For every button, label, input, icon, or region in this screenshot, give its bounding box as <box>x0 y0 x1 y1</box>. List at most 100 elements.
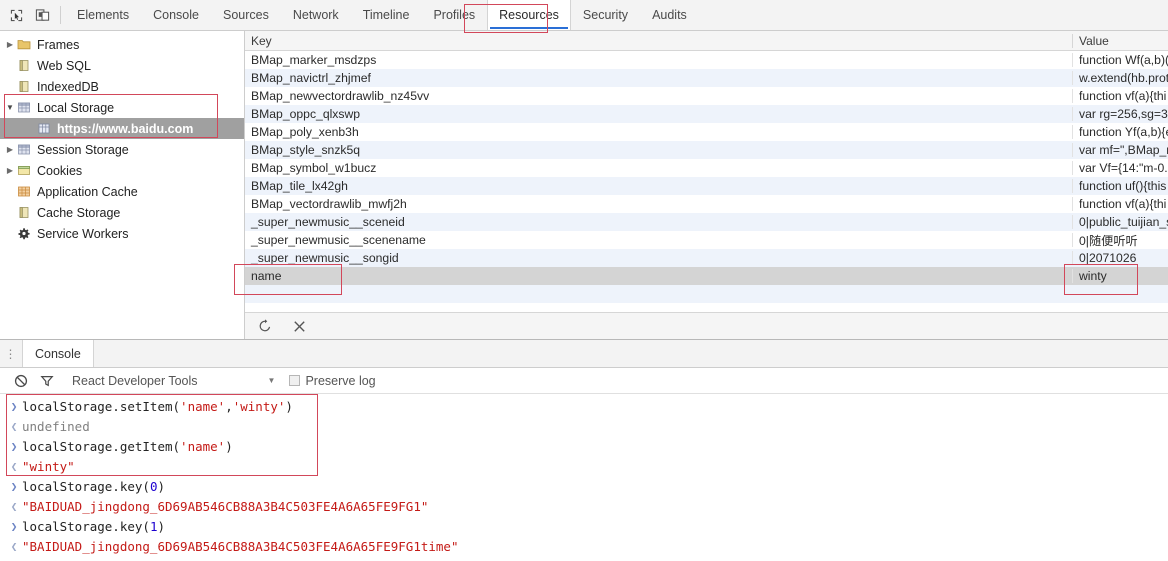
cell-key[interactable]: BMap_poly_xenb3h <box>245 125 1073 139</box>
cell-key[interactable]: BMap_newvectordrawlib_nz45vv <box>245 89 1073 103</box>
tab-profiles[interactable]: Profiles <box>421 0 487 30</box>
preserve-log-checkbox[interactable] <box>289 375 300 386</box>
table-row[interactable]: BMap_vectordrawlib_mwfj2hfunction vf(a){… <box>245 195 1168 213</box>
table-row[interactable]: BMap_navictrl_zhjmefw.extend(hb.prot <box>245 69 1168 87</box>
table-row[interactable]: BMap_tile_lx42ghfunction uf(){this <box>245 177 1168 195</box>
cell-value[interactable]: 0|随便听听 <box>1073 231 1168 249</box>
sidebar-item-application-cache[interactable]: ▶Application Cache <box>0 181 244 202</box>
table-row[interactable]: BMap_style_snzk5qvar mf=",BMap_r <box>245 141 1168 159</box>
console-result-icon: ❮ <box>6 460 22 473</box>
clear-console-icon[interactable] <box>8 371 34 391</box>
cell-key[interactable]: BMap_navictrl_zhjmef <box>245 71 1073 85</box>
console-result-icon: ❮ <box>6 540 22 553</box>
tab-security[interactable]: Security <box>571 0 640 30</box>
console-prompt-icon: ❯ <box>6 440 22 453</box>
console-input-line: ❯localStorage.getItem('name') <box>0 436 1168 456</box>
console-drawer: ⋮ Console React Developer Tools ▼ <box>0 339 1168 561</box>
cell-key[interactable]: BMap_tile_lx42gh <box>245 179 1073 193</box>
console-result-icon: ❮ <box>6 500 22 513</box>
cell-key[interactable]: BMap_oppc_qlxswp <box>245 107 1073 121</box>
cell-value[interactable]: 0|2071026 <box>1073 251 1168 265</box>
drawer-tab-console[interactable]: Console <box>22 340 94 367</box>
chevron-right-icon[interactable]: ▶ <box>4 145 16 154</box>
console-output[interactable]: ❯localStorage.setItem('name','winty')❮un… <box>0 394 1168 561</box>
sidebar-item-local-storage[interactable]: ▼Local Storage <box>0 97 244 118</box>
devtools-tool-buttons <box>0 0 58 30</box>
console-context-select[interactable]: React Developer Tools ▼ <box>72 374 275 388</box>
local-storage-table: Key Value BMap_marker_msdzpsfunction Wf(… <box>245 31 1168 312</box>
table-row[interactable]: BMap_newvectordrawlib_nz45vvfunction vf(… <box>245 87 1168 105</box>
cell-value[interactable]: 0|public_tuijian_s <box>1073 215 1168 229</box>
drawer-resize-handle[interactable]: ⋮ <box>0 340 22 367</box>
cell-value[interactable]: function uf(){this <box>1073 179 1168 193</box>
delete-button[interactable] <box>289 316 309 336</box>
tab-audits[interactable]: Audits <box>640 0 699 30</box>
console-prompt-icon: ❯ <box>6 520 22 533</box>
tab-elements[interactable]: Elements <box>65 0 141 30</box>
tab-timeline[interactable]: Timeline <box>351 0 422 30</box>
sidebar-item-web-sql[interactable]: ▶Web SQL <box>0 55 244 76</box>
sidebar-item-label: https://www.baidu.com <box>57 122 193 136</box>
sidebar-item-cookies[interactable]: ▶ Cookies <box>0 160 244 181</box>
preserve-log-toggle[interactable]: Preserve log <box>289 374 375 388</box>
table-icon <box>16 101 32 115</box>
console-token: localStorage.getItem( <box>22 439 180 454</box>
cell-key[interactable]: BMap_vectordrawlib_mwfj2h <box>245 197 1073 211</box>
sidebar-item-session-storage[interactable]: ▶ Session Storage <box>0 139 244 160</box>
cell-key[interactable]: BMap_style_snzk5q <box>245 143 1073 157</box>
cell-key[interactable]: BMap_symbol_w1bucz <box>245 161 1073 175</box>
cell-key[interactable]: _super_newmusic__songid <box>245 251 1073 265</box>
console-prompt-icon: ❯ <box>6 480 22 493</box>
inspect-element-icon[interactable] <box>6 5 26 25</box>
chevron-down-icon[interactable]: ▼ <box>4 103 16 112</box>
sidebar-item-frames[interactable]: ▶Frames <box>0 34 244 55</box>
cell-value[interactable]: var rg=256,sg=3 <box>1073 107 1168 121</box>
console-token: undefined <box>22 419 90 434</box>
table-row[interactable]: BMap_symbol_w1buczvar Vf={14:"m-0. <box>245 159 1168 177</box>
cookie-icon <box>16 164 32 178</box>
table-row[interactable]: namewinty <box>245 267 1168 285</box>
column-header-value[interactable]: Value <box>1073 34 1168 48</box>
table-row[interactable]: _super_newmusic__songid0|2071026 <box>245 249 1168 267</box>
sidebar-item-cache-storage[interactable]: ▶Cache Storage <box>0 202 244 223</box>
sidebar-item-service-workers[interactable]: ▶Service Workers <box>0 223 244 244</box>
tab-label: Profiles <box>433 8 475 22</box>
table-row[interactable]: _super_newmusic__sceneid0|public_tuijian… <box>245 213 1168 231</box>
cell-key[interactable]: name <box>245 269 1073 283</box>
cell-key[interactable]: _super_newmusic__scenename <box>245 233 1073 247</box>
table-row[interactable]: _super_newmusic__scenename0|随便听听 <box>245 231 1168 249</box>
cell-value[interactable]: function vf(a){thi <box>1073 197 1168 211</box>
cell-value[interactable]: function Yf(a,b){e <box>1073 125 1168 139</box>
chevron-right-icon[interactable]: ▶ <box>4 40 16 49</box>
cell-value[interactable]: function vf(a){thi <box>1073 89 1168 103</box>
column-header-key[interactable]: Key <box>245 34 1073 48</box>
refresh-button[interactable] <box>255 316 275 336</box>
chevron-down-icon: ▼ <box>268 376 276 385</box>
cell-value[interactable]: var Vf={14:"m-0. <box>1073 161 1168 175</box>
table-row[interactable]: BMap_oppc_qlxswpvar rg=256,sg=3 <box>245 105 1168 123</box>
device-toolbar-icon[interactable] <box>32 5 52 25</box>
cell-value[interactable]: w.extend(hb.prot <box>1073 71 1168 85</box>
tab-label: Security <box>583 8 628 22</box>
sidebar-item-https-www-baidu-com[interactable]: ▶https://www.baidu.com <box>0 118 244 139</box>
tab-resources[interactable]: Resources <box>487 0 571 30</box>
cell-key[interactable]: BMap_marker_msdzps <box>245 53 1073 67</box>
sidebar-item-label: Cookies <box>37 164 82 178</box>
tab-sources[interactable]: Sources <box>211 0 281 30</box>
filter-icon[interactable] <box>34 371 60 391</box>
tab-console[interactable]: Console <box>141 0 211 30</box>
cell-value[interactable]: function Wf(a,b)( <box>1073 53 1168 67</box>
cell-key[interactable]: _super_newmusic__sceneid <box>245 215 1073 229</box>
gear-icon <box>16 227 32 241</box>
chevron-right-icon[interactable]: ▶ <box>4 166 16 175</box>
cell-value[interactable]: winty <box>1073 269 1168 283</box>
console-output-line: ❮"BAIDUAD_jingdong_6D69AB546CB88A3B4C503… <box>0 496 1168 516</box>
tab-network[interactable]: Network <box>281 0 351 30</box>
table-row[interactable]: BMap_poly_xenb3hfunction Yf(a,b){e <box>245 123 1168 141</box>
tab-label: Sources <box>223 8 269 22</box>
cell-value[interactable]: var mf=",BMap_r <box>1073 143 1168 157</box>
sidebar-item-indexeddb[interactable]: ▶IndexedDB <box>0 76 244 97</box>
sidebar-item-label: Session Storage <box>37 143 129 157</box>
database-icon <box>16 206 32 220</box>
table-row[interactable]: BMap_marker_msdzpsfunction Wf(a,b)( <box>245 51 1168 69</box>
